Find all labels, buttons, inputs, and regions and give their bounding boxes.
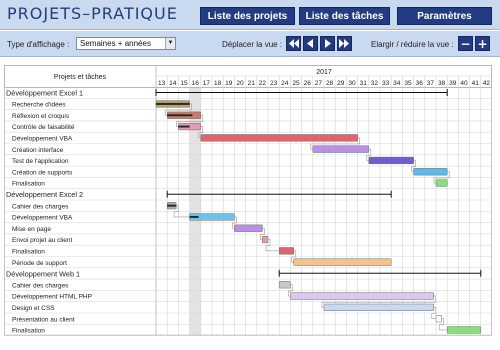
controls-bar: Type d'affichage : Semaines + années ▼ D…	[0, 31, 500, 57]
task-name: Test de l'application	[12, 158, 69, 165]
week-label: 25	[292, 80, 300, 87]
task-bar[interactable]	[278, 281, 291, 289]
week-label: 17	[203, 80, 211, 87]
week-label: 31	[360, 80, 368, 87]
task-bar[interactable]	[293, 258, 392, 266]
previous-button[interactable]	[303, 36, 318, 51]
task-bar[interactable]	[312, 145, 370, 153]
zoom-in-button[interactable]: +	[475, 36, 490, 51]
week-label: 30	[348, 80, 356, 87]
double-left-arrow-icon	[289, 39, 299, 48]
next-button[interactable]	[320, 36, 335, 51]
week-label: 41	[472, 80, 480, 87]
task-name: Finalisation	[12, 181, 45, 188]
week-label: 33	[382, 80, 390, 87]
task-bar[interactable]	[323, 303, 435, 311]
project-name: Développement Web 1	[6, 269, 80, 278]
week-label: 23	[270, 80, 278, 87]
task-bar[interactable]	[435, 315, 442, 323]
display-type-label: Type d'affichage :	[7, 40, 70, 49]
week-label: 22	[259, 80, 267, 87]
task-bar[interactable]	[262, 235, 269, 244]
move-view-label: Déplacer la vue :	[222, 40, 283, 49]
task-progress	[156, 102, 190, 105]
last-page-button[interactable]	[337, 36, 352, 51]
task-name: Développement VBA	[12, 215, 73, 222]
week-label: 38	[438, 80, 446, 87]
task-progress	[189, 215, 199, 218]
task-name: Finalisation	[12, 328, 45, 335]
project-name: Développement Excel 2	[6, 190, 83, 199]
zoom-label: Elargir / réduire la vue :	[371, 40, 454, 49]
task-name: Design et CSS	[12, 305, 55, 312]
task-bar[interactable]	[446, 326, 482, 334]
task-name: Mise en page	[12, 226, 51, 233]
week-label: 37	[427, 80, 435, 87]
task-progress	[167, 204, 177, 207]
week-label: 24	[281, 80, 289, 87]
week-label: 36	[416, 80, 424, 87]
week-label: 39	[449, 80, 457, 87]
week-label: 29	[337, 80, 345, 87]
task-name: Cahier des charges	[12, 282, 69, 289]
task-name: Création de supports	[12, 169, 73, 176]
week-label: 15	[180, 80, 188, 87]
nav-settings-button[interactable]: Paramètres	[397, 7, 492, 25]
task-name: Réflexion et croquis	[12, 113, 70, 120]
task-bar[interactable]	[200, 134, 358, 142]
task-bar[interactable]	[368, 156, 414, 165]
task-name: Développement HTML PHP	[12, 294, 92, 301]
week-label: 35	[404, 80, 412, 87]
column-header-label: Projets et tâches	[54, 74, 107, 81]
nav-projects-button[interactable]: Liste des projets	[200, 7, 295, 25]
week-label: 28	[326, 80, 334, 87]
week-label: 32	[371, 80, 379, 87]
task-bar[interactable]	[290, 292, 435, 300]
week-label: 42	[483, 80, 491, 87]
task-name: Période de support	[12, 260, 67, 267]
task-name: Création interface	[12, 147, 64, 154]
week-label: 27	[315, 80, 323, 87]
task-name: Contrôle de faisabilité	[12, 124, 75, 131]
app-title: PROJETS–PRATIQUE	[7, 4, 178, 23]
chevron-down-icon[interactable]: ▼	[165, 38, 175, 49]
right-arrow-icon	[325, 39, 331, 48]
task-bar[interactable]	[234, 224, 263, 232]
first-page-button[interactable]	[286, 36, 301, 51]
task-name: Présentation au client	[12, 316, 75, 323]
task-name: Recherche d'idées	[12, 102, 66, 109]
task-bar[interactable]	[413, 168, 448, 176]
week-label: 18	[214, 80, 222, 87]
gantt-svg: Projets et tâches201713 14 15 16 17 18 19 20 21 2…	[4, 65, 492, 336]
task-name: Cahier des charges	[12, 203, 69, 210]
task-progress	[167, 114, 193, 117]
gantt-chart: Projets et tâches 2017 13 14 15 16 17 18 19 20 21 2…	[4, 65, 500, 350]
week-label: 21	[248, 80, 256, 87]
week-label: 40	[460, 80, 468, 87]
display-type-value: Semaines + années	[80, 39, 151, 48]
week-label: 16	[192, 80, 200, 87]
task-name: Envoi projet au client	[12, 237, 73, 244]
app-header: PROJETS–PRATIQUE Liste des projets Liste…	[0, 0, 500, 30]
project-name: Développement Excel 1	[6, 89, 83, 98]
task-name: Finalisation	[12, 249, 45, 256]
task-bar[interactable]	[278, 247, 295, 255]
week-label: 34	[393, 80, 401, 87]
task-progress	[178, 125, 190, 128]
task-bar[interactable]	[435, 179, 448, 187]
year-label: 2017	[316, 69, 332, 76]
nav-tasks-button[interactable]: Liste des tâches	[299, 7, 390, 25]
week-label: 20	[236, 80, 244, 87]
zoom-out-button[interactable]: −	[458, 36, 473, 51]
week-label: 14	[169, 80, 177, 87]
week-label: 19	[225, 80, 233, 87]
task-name: Développement VBA	[12, 136, 73, 143]
left-arrow-icon	[307, 39, 313, 48]
week-label: 13	[158, 80, 166, 87]
display-type-select[interactable]: Semaines + années ▼	[76, 37, 176, 50]
double-right-arrow-icon	[339, 39, 349, 48]
week-label: 26	[304, 80, 312, 87]
